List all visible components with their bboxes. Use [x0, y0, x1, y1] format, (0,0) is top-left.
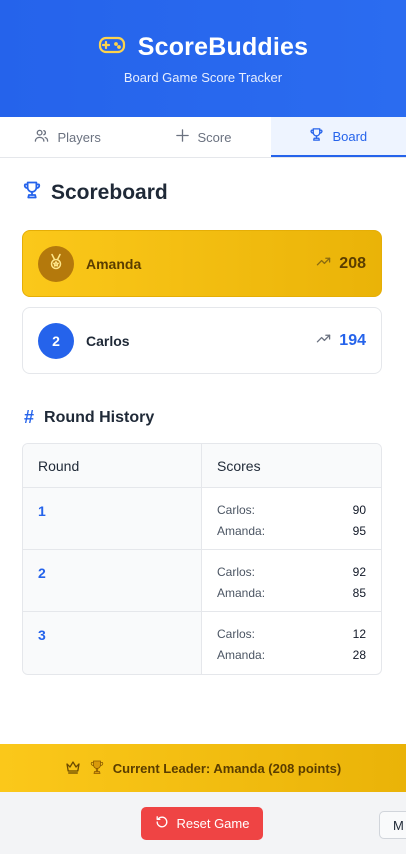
medal-icon — [47, 253, 65, 274]
round-scores: Carlos: 12 Amanda: 28 — [202, 612, 381, 674]
tab-players[interactable]: Players — [0, 117, 135, 157]
plus-icon — [175, 128, 190, 146]
score-value: 95 — [352, 523, 366, 538]
hash-icon: # — [24, 407, 35, 427]
table-row: 2 Carlos: 92 Amanda: 85 — [23, 550, 381, 612]
score-value: 28 — [352, 647, 366, 662]
footer-bar: Reset Game M — [0, 792, 406, 854]
score-player: Carlos: — [217, 564, 256, 579]
tab-board[interactable]: Board — [270, 117, 406, 157]
rank-badge: 2 — [38, 322, 74, 359]
gamepad-icon — [98, 34, 126, 61]
round-number: 1 — [23, 488, 202, 549]
player-score: 194 — [339, 331, 366, 349]
column-header-round: Round — [23, 444, 202, 487]
round-number: 3 — [23, 612, 202, 674]
score-player: Carlos: — [217, 502, 256, 517]
score-value: 85 — [352, 585, 366, 600]
player-name: Amanda — [86, 255, 142, 272]
round-history-title: Round History — [44, 408, 155, 426]
round-history-heading: # Round History — [24, 407, 154, 428]
table-row: 1 Carlos: 90 Amanda: 95 — [23, 488, 381, 550]
users-icon — [34, 128, 49, 146]
scoreboard-heading: Scoreboard — [22, 180, 168, 206]
score-value: 92 — [352, 564, 366, 579]
scoreboard-title: Scoreboard — [51, 181, 168, 204]
trophy-emoji-icon — [89, 759, 105, 778]
app-header: ScoreBuddies Board Game Score Tracker — [0, 0, 406, 117]
app-title: ScoreBuddies — [137, 33, 309, 61]
score-player: Carlos: — [217, 626, 256, 641]
side-button[interactable]: M — [379, 811, 406, 839]
player-score: 208 — [339, 254, 366, 272]
player-name: Carlos — [86, 332, 130, 349]
round-scores: Carlos: 90 Amanda: 95 — [202, 488, 381, 549]
current-leader-text: Current Leader: Amanda (208 points) — [112, 760, 342, 776]
column-header-scores: Scores — [217, 457, 261, 474]
round-history-table: Round Scores 1 Carlos: 90 Amanda: 95 2 Car… — [22, 443, 382, 675]
tab-players-label: Players — [57, 129, 101, 145]
score-player: Amanda: — [217, 647, 266, 662]
round-scores: Carlos: 92 Amanda: 85 — [202, 550, 381, 611]
crown-icon — [65, 759, 81, 778]
tab-bar: Players Score Board — [0, 117, 406, 158]
medal-badge — [38, 245, 74, 282]
reset-game-button[interactable]: Reset Game — [141, 807, 263, 840]
trending-up-icon — [316, 254, 331, 274]
tab-score[interactable]: Score — [135, 117, 270, 157]
player-card: 2 Carlos 194 — [22, 307, 382, 374]
reset-icon — [155, 815, 169, 832]
tab-board-label: Board — [332, 128, 368, 144]
score-value: 12 — [352, 626, 366, 641]
table-header: Round Scores — [23, 444, 381, 488]
score-value: 90 — [352, 502, 366, 517]
reset-game-label: Reset Game — [176, 816, 250, 831]
trending-up-icon — [316, 331, 331, 351]
player-card-leader: Amanda 208 — [22, 230, 382, 297]
score-player: Amanda: — [217, 523, 266, 538]
score-player: Amanda: — [217, 585, 266, 600]
round-number: 2 — [23, 550, 202, 611]
app-subtitle: Board Game Score Tracker — [123, 70, 283, 85]
trophy-icon — [22, 180, 42, 206]
tab-score-label: Score — [197, 129, 232, 145]
table-row: 3 Carlos: 12 Amanda: 28 — [23, 612, 381, 674]
trophy-icon — [309, 127, 324, 145]
current-leader-banner: Current Leader: Amanda (208 points) — [0, 744, 406, 792]
